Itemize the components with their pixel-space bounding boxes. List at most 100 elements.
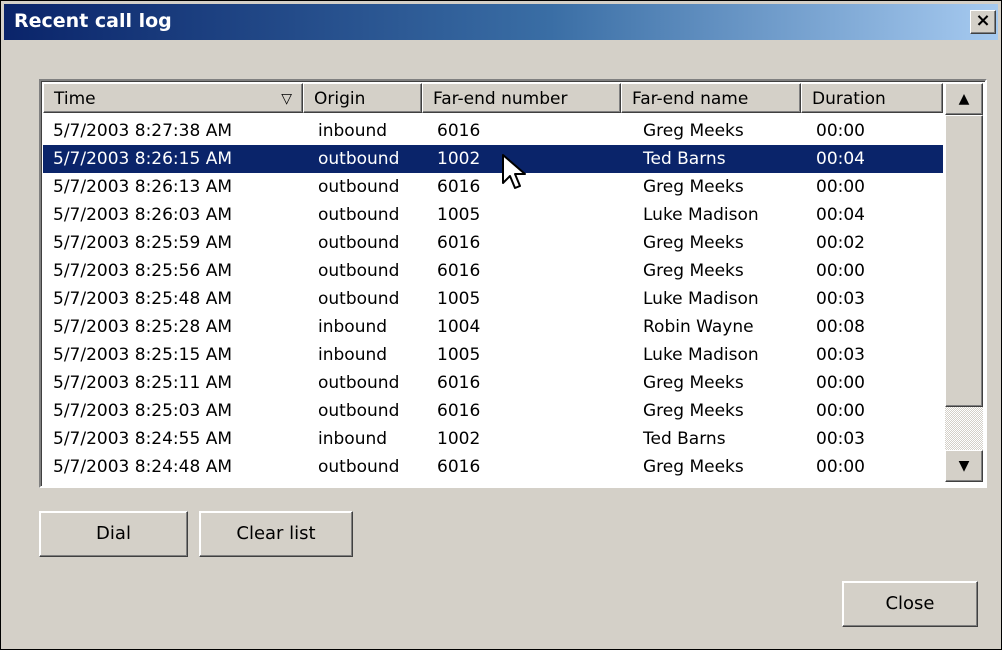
cell-time: 5/7/2003 8:25:28 AM — [53, 317, 232, 337]
cell-time: 5/7/2003 8:27:38 AM — [53, 121, 232, 141]
cell-duration: 00:00 — [816, 373, 865, 393]
column-header-label: Duration — [812, 89, 886, 109]
mouse-cursor-icon — [502, 154, 526, 189]
cell-origin: outbound — [318, 401, 400, 421]
cell-far-end-number: 1005 — [437, 345, 481, 365]
cell-time: 5/7/2003 8:25:59 AM — [53, 233, 232, 253]
cell-duration: 00:04 — [816, 205, 865, 225]
cell-far-end-name: Luke Madison — [643, 289, 759, 309]
cell-duration: 00:00 — [816, 457, 865, 477]
cell-origin: inbound — [318, 121, 388, 141]
cell-far-end-name: Ted Barns — [643, 429, 726, 449]
cell-time: 5/7/2003 8:25:15 AM — [53, 345, 232, 365]
close-icon[interactable]: × — [970, 10, 996, 34]
cell-far-end-number: 6016 — [437, 121, 481, 141]
cell-far-end-name: Greg Meeks — [643, 457, 744, 477]
cell-origin: outbound — [318, 457, 400, 477]
cell-far-end-name: Luke Madison — [643, 205, 759, 225]
sort-down-icon: ▽ — [281, 91, 292, 107]
column-header-label: Time — [54, 89, 96, 109]
list-rows: 5/7/2003 8:27:38 AM inbound 6016 Greg Meeks… — [43, 117, 943, 481]
dial-button[interactable]: Dial — [39, 511, 188, 557]
column-header-label: Far-end name — [632, 89, 749, 109]
cell-duration: 00:08 — [816, 317, 865, 337]
cell-duration: 00:00 — [816, 177, 865, 197]
cell-duration: 00:00 — [816, 121, 865, 141]
table-row[interactable]: 5/7/2003 8:25:03 AM outbound 6016 Greg Meek… — [43, 397, 943, 425]
table-row[interactable]: 5/7/2003 8:26:03 AM outbound 1005 Luke Madi… — [43, 201, 943, 229]
cell-far-end-number: 6016 — [437, 233, 481, 253]
cell-time: 5/7/2003 8:24:55 AM — [53, 429, 232, 449]
table-row[interactable]: 5/7/2003 8:25:48 AM outbound 1005 Luke Madi… — [43, 285, 943, 313]
cell-origin: outbound — [318, 177, 400, 197]
cell-time: 5/7/2003 8:26:03 AM — [53, 205, 232, 225]
cell-far-end-name: Luke Madison — [643, 345, 759, 365]
cell-origin: outbound — [318, 373, 400, 393]
table-row[interactable]: 5/7/2003 8:25:28 AM inbound 1004 Robin Wayn… — [43, 313, 943, 341]
table-row[interactable]: 5/7/2003 8:25:59 AM outbound 6016 Greg Meek… — [43, 229, 943, 257]
table-row[interactable]: 5/7/2003 8:24:55 AM inbound 1002 Ted Barns 0… — [43, 425, 943, 453]
cell-far-end-number: 6016 — [437, 401, 481, 421]
cell-origin: inbound — [318, 429, 388, 449]
window-title: Recent call log — [14, 10, 172, 32]
cell-far-end-name: Robin Wayne — [643, 317, 754, 337]
cell-time: 5/7/2003 8:26:15 AM — [53, 149, 232, 169]
cell-duration: 00:03 — [816, 345, 865, 365]
cell-far-end-name: Greg Meeks — [643, 401, 744, 421]
cell-origin: inbound — [318, 317, 388, 337]
cell-far-end-name: Greg Meeks — [643, 121, 744, 141]
cell-duration: 00:00 — [816, 401, 865, 421]
cell-far-end-number: 6016 — [437, 177, 481, 197]
column-header-origin[interactable]: Origin — [303, 83, 422, 113]
call-log-dialog: Recent call log × Time ▽ Origin Far-end … — [0, 0, 1002, 650]
table-row[interactable]: 5/7/2003 8:25:56 AM outbound 6016 Greg Meek… — [43, 257, 943, 285]
table-row[interactable]: 5/7/2003 8:27:38 AM inbound 6016 Greg Meeks… — [43, 117, 943, 145]
column-header-far-end-number[interactable]: Far-end number — [422, 83, 621, 113]
title-bar: Recent call log × — [4, 4, 998, 40]
cell-far-end-name: Ted Barns — [643, 149, 726, 169]
cell-far-end-number: 6016 — [437, 261, 481, 281]
column-header-far-end-name[interactable]: Far-end name — [621, 83, 801, 113]
cell-far-end-name: Greg Meeks — [643, 373, 744, 393]
table-row[interactable]: 5/7/2003 8:25:11 AM outbound 6016 Greg Meek… — [43, 369, 943, 397]
call-log-list[interactable]: Time ▽ Origin Far-end number Far-end nam… — [39, 79, 987, 488]
scrollbar-thumb[interactable] — [945, 115, 983, 407]
cell-far-end-number: 1002 — [437, 149, 481, 169]
cell-origin: inbound — [318, 345, 388, 365]
cell-far-end-number: 1002 — [437, 429, 481, 449]
table-row[interactable]: 5/7/2003 8:24:48 AM outbound 6016 Greg Meek… — [43, 453, 943, 481]
cell-far-end-name: Greg Meeks — [643, 261, 744, 281]
cell-origin: outbound — [318, 261, 400, 281]
table-row[interactable]: 5/7/2003 8:26:13 AM outbound 6016 Greg Meek… — [43, 173, 943, 201]
column-header-time[interactable]: Time ▽ — [43, 83, 303, 113]
cell-far-end-number: 1004 — [437, 317, 481, 337]
cell-far-end-name: Greg Meeks — [643, 177, 744, 197]
cell-far-end-name: Greg Meeks — [643, 233, 744, 253]
column-header-label: Far-end number — [433, 89, 568, 109]
cell-duration: 00:03 — [816, 289, 865, 309]
cell-far-end-number: 1005 — [437, 205, 481, 225]
cell-duration: 00:03 — [816, 429, 865, 449]
cell-time: 5/7/2003 8:26:13 AM — [53, 177, 232, 197]
table-row-selected[interactable]: 5/7/2003 8:26:15 AM outbound 1002 Ted Barns… — [43, 145, 943, 173]
scroll-up-icon[interactable]: ▲ — [945, 83, 983, 115]
cell-duration: 00:00 — [816, 261, 865, 281]
scroll-down-icon[interactable]: ▼ — [945, 450, 983, 482]
vertical-scrollbar[interactable]: ▲ ▼ — [945, 83, 983, 482]
cell-time: 5/7/2003 8:24:48 AM — [53, 457, 232, 477]
cell-time: 5/7/2003 8:25:11 AM — [53, 373, 232, 393]
table-row[interactable]: 5/7/2003 8:25:15 AM inbound 1005 Luke Madis… — [43, 341, 943, 369]
cell-time: 5/7/2003 8:25:56 AM — [53, 261, 232, 281]
cell-time: 5/7/2003 8:25:03 AM — [53, 401, 232, 421]
close-button[interactable]: Close — [842, 581, 978, 627]
cell-origin: outbound — [318, 149, 400, 169]
cell-origin: outbound — [318, 289, 400, 309]
cell-far-end-number: 1005 — [437, 289, 481, 309]
column-header-duration[interactable]: Duration — [801, 83, 943, 113]
cell-duration: 00:02 — [816, 233, 865, 253]
cell-far-end-number: 6016 — [437, 373, 481, 393]
cell-time: 5/7/2003 8:25:48 AM — [53, 289, 232, 309]
cell-duration: 00:04 — [816, 149, 865, 169]
clear-list-button[interactable]: Clear list — [199, 511, 353, 557]
list-header: Time ▽ Origin Far-end number Far-end nam… — [43, 83, 943, 115]
